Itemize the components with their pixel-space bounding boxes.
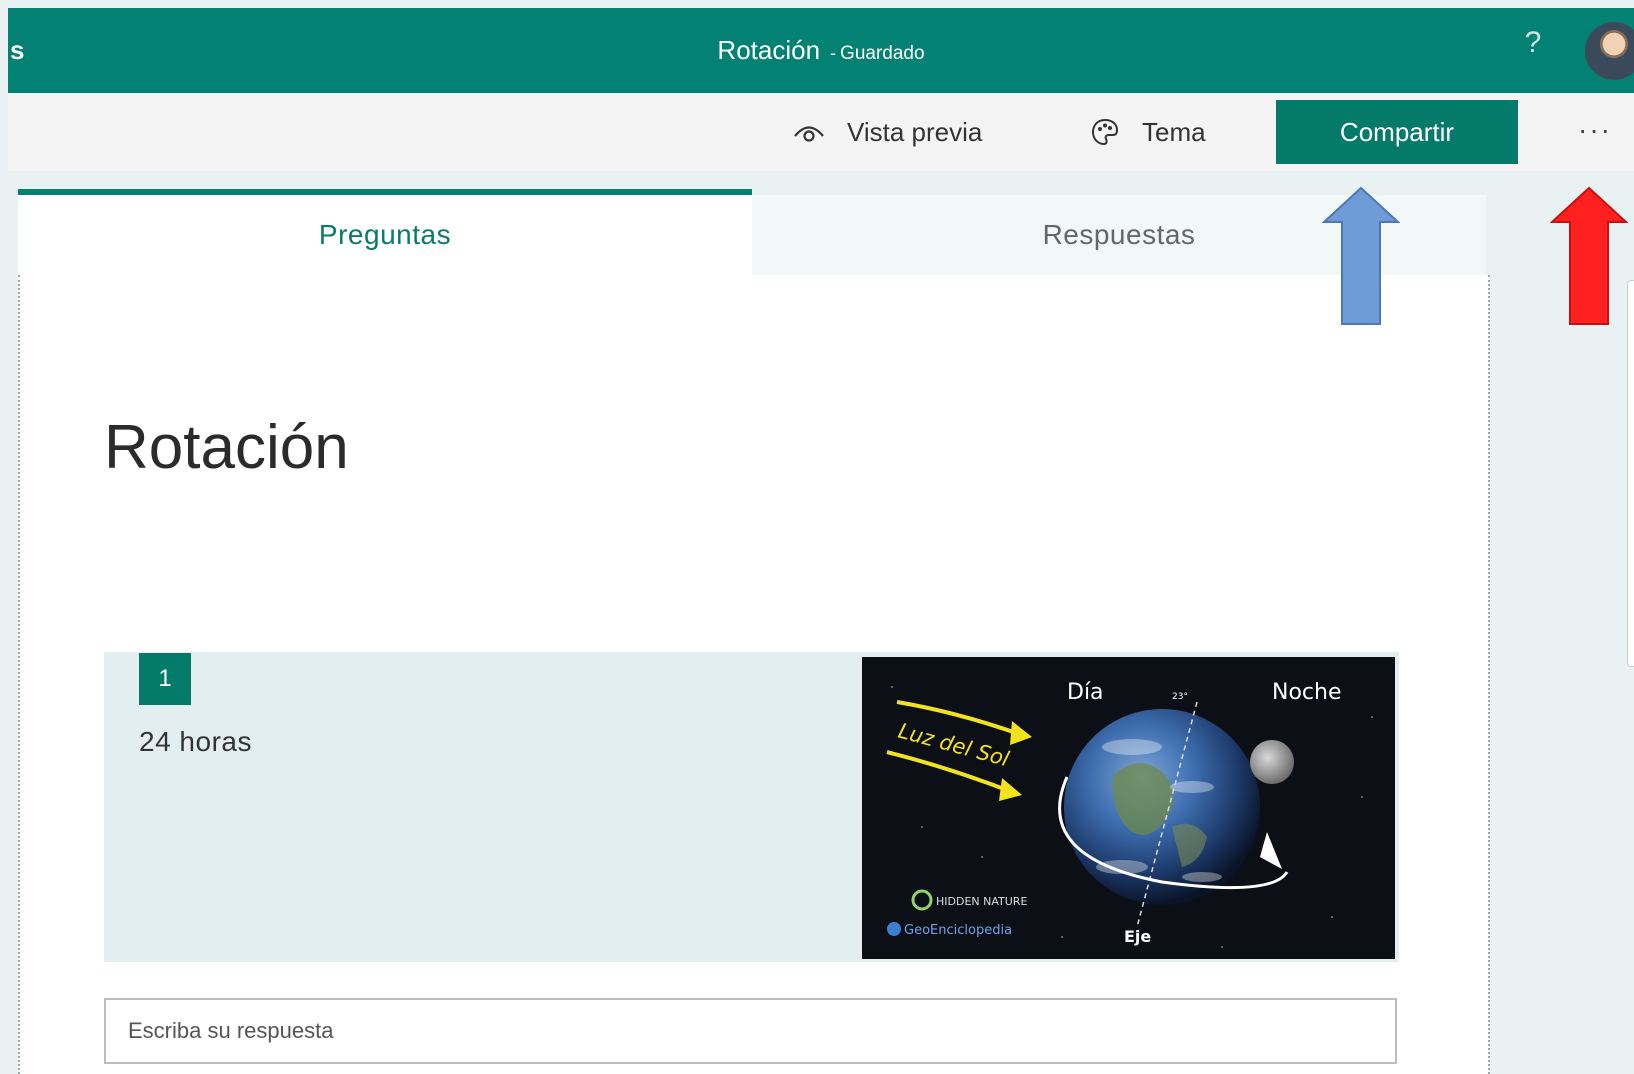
palette-icon [1091, 118, 1119, 146]
avatar[interactable] [1585, 22, 1634, 80]
answer-input[interactable] [104, 998, 1397, 1064]
logo-hidden-nature: HIDDEN NATURE [936, 895, 1027, 908]
axis-label: Eje [1124, 927, 1151, 946]
save-status: Guardado [840, 43, 925, 64]
day-label: Día [1067, 680, 1104, 705]
eye-icon [794, 126, 824, 142]
side-panel [1627, 280, 1634, 667]
help-icon[interactable]: ? [1518, 0, 1548, 85]
app-header: s Rotación - Guardado [8, 8, 1634, 93]
form-title[interactable]: Rotación [104, 412, 349, 483]
logo-geoenciclopedia: GeoEnciclopedia [904, 923, 1012, 938]
preview-button[interactable]: Vista previa [793, 93, 982, 171]
question-text[interactable]: 24 horas [139, 726, 252, 758]
geo-logo-icon [887, 922, 901, 936]
form-title-header: Rotación - Guardado [8, 8, 1634, 93]
header-separator: - [830, 43, 837, 63]
blue-arrow-annotation [1322, 186, 1400, 325]
preview-label: Vista previa [847, 116, 983, 147]
night-label: Noche [1272, 680, 1342, 705]
more-icon[interactable]: ··· [1570, 104, 1620, 160]
question-image[interactable]: Día Noche Luz del Sol 23° Eje HIDDEN NAT… [862, 657, 1395, 959]
header-title[interactable]: Rotación [717, 35, 820, 65]
tab-questions[interactable]: Preguntas [18, 195, 752, 275]
share-button[interactable]: Compartir [1276, 100, 1518, 164]
tilt-label: 23° [1172, 692, 1188, 702]
question-number: 1 [139, 653, 191, 705]
earth-rotation-image: Día Noche Luz del Sol 23° Eje HIDDEN NAT… [862, 657, 1395, 959]
theme-button[interactable]: Tema [1090, 93, 1206, 171]
theme-label: Tema [1142, 116, 1206, 147]
red-arrow-annotation [1550, 186, 1628, 325]
